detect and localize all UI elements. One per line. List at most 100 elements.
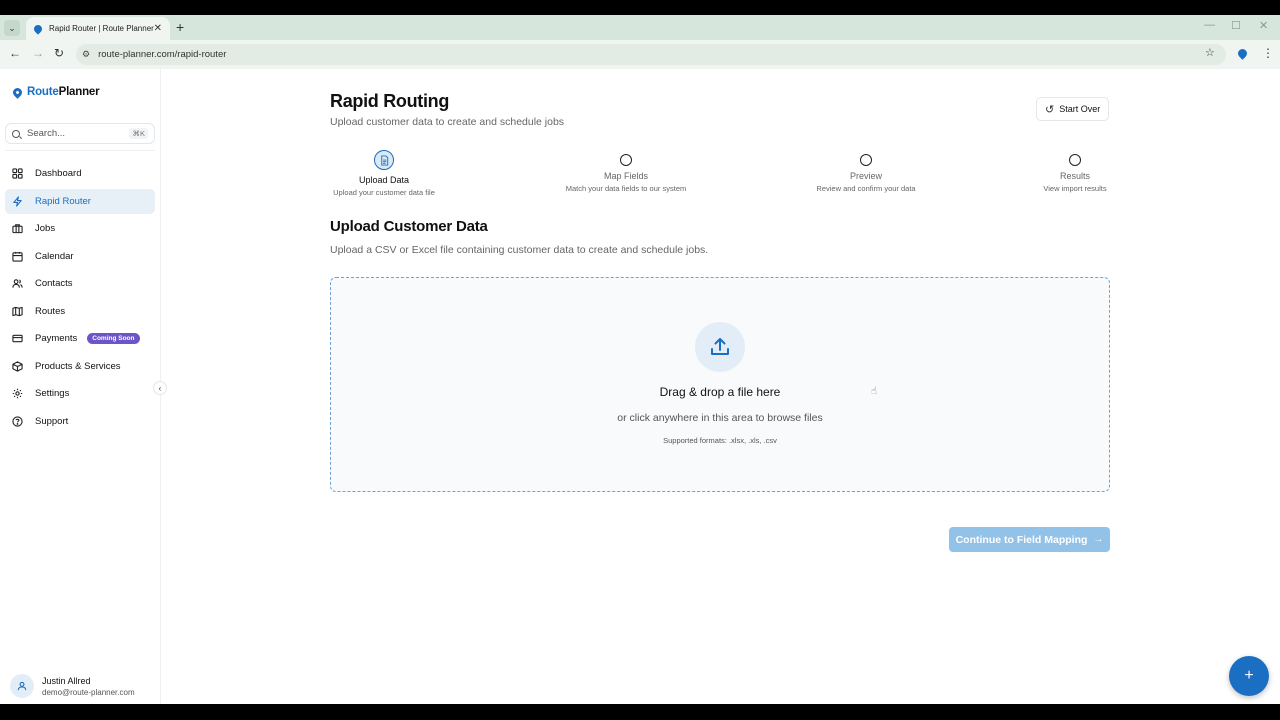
- coming-soon-badge: Coming Soon: [87, 333, 140, 344]
- dropzone-title: Drag & drop a file here: [659, 385, 781, 399]
- step-indicator: [620, 154, 632, 166]
- fab-add-button[interactable]: +: [1229, 656, 1269, 696]
- step-label: Preview: [849, 171, 882, 181]
- step-preview: Preview Review and confirm your data: [806, 150, 926, 193]
- browser-menu-icon[interactable]: ⋮: [1262, 46, 1274, 60]
- grid-icon: [12, 168, 23, 179]
- sidebar-item-label: Settings: [35, 388, 70, 399]
- extension-pin-icon[interactable]: [1236, 47, 1249, 60]
- calendar-icon: [12, 251, 23, 262]
- file-dropzone[interactable]: Drag & drop a file here or click anywher…: [330, 277, 1110, 492]
- tab-title: Rapid Router | Route Planner: [49, 24, 154, 33]
- sidebar: RoutePlanner ⌘K Dashboard Rapid Router J…: [0, 69, 161, 704]
- user-name: Justin Allred: [42, 675, 91, 686]
- dropzone-subtitle: or click anywhere in this area to browse…: [617, 412, 823, 424]
- section-title: Upload Customer Data: [330, 218, 488, 235]
- sidebar-item-settings[interactable]: Settings: [5, 381, 155, 406]
- browser-toolbar: ← → ↻ ⚙ route-planner.com/rapid-router ☆…: [0, 40, 1280, 69]
- upload-icon: [711, 338, 729, 355]
- gear-icon: [12, 388, 23, 399]
- sidebar-item-rapid-router[interactable]: Rapid Router: [5, 188, 155, 214]
- main-content: Rapid Routing Upload customer data to cr…: [162, 69, 1280, 704]
- site-info-icon[interactable]: ⚙: [82, 49, 90, 60]
- step-label: Map Fields: [603, 171, 648, 181]
- step-indicator: [1069, 154, 1081, 166]
- sidebar-item-calendar[interactable]: Calendar: [5, 244, 155, 269]
- search-input[interactable]: [27, 128, 130, 139]
- user-profile[interactable]: Justin Allred demo@route-planner.com: [10, 674, 135, 698]
- sidebar-item-label: Dashboard: [35, 168, 82, 179]
- sidebar-item-routes[interactable]: Routes: [5, 299, 155, 324]
- lightning-icon: [12, 195, 23, 207]
- minimize-icon[interactable]: —: [1204, 19, 1215, 31]
- briefcase-icon: [12, 223, 23, 234]
- tab-search-dropdown[interactable]: ⌄: [4, 20, 20, 36]
- file-text-icon: [380, 154, 388, 166]
- supported-formats: Supported formats: .xlsx, .xls, .csv: [663, 436, 777, 445]
- step-indicator: [860, 154, 872, 166]
- forward-icon[interactable]: →: [32, 46, 44, 60]
- tab-strip: ⌄ Rapid Router | Route Planner ✕ + — ☐ ✕: [0, 15, 1280, 40]
- sidebar-item-label: Rapid Router: [35, 195, 91, 207]
- sidebar-item-label: Routes: [35, 305, 66, 317]
- sidebar-item-label: Jobs: [35, 223, 56, 234]
- arrow-right-icon: →: [1093, 534, 1104, 545]
- chevron-left-icon: ‹: [158, 383, 162, 393]
- start-over-label: Start Over: [1059, 104, 1101, 114]
- user-icon: [17, 681, 27, 691]
- help-circle-icon: [12, 415, 23, 427]
- sidebar-item-dashboard[interactable]: Dashboard: [5, 161, 155, 186]
- users-icon: [12, 278, 23, 289]
- credit-card-icon: [12, 333, 23, 344]
- address-bar[interactable]: ⚙ route-planner.com/rapid-router: [76, 44, 1226, 65]
- sidebar-item-label: Products & Services: [35, 360, 121, 372]
- reload-icon[interactable]: ↻: [54, 46, 64, 60]
- tab-close-icon[interactable]: ✕: [154, 23, 162, 34]
- step-results: Results View import results: [1035, 150, 1115, 193]
- app-viewport: RoutePlanner ⌘K Dashboard Rapid Router J…: [0, 69, 1280, 704]
- search-icon: [12, 129, 20, 138]
- step-indicator-active: [374, 150, 394, 170]
- app-logo[interactable]: Route Planner: [11, 85, 100, 99]
- sidebar-item-support[interactable]: Support: [5, 409, 155, 434]
- hand-cursor-icon: ☝: [871, 386, 878, 397]
- package-icon: [12, 360, 23, 372]
- user-email: demo@route-planner.com: [42, 687, 135, 697]
- step-description: Match your data fields to our system: [565, 184, 687, 193]
- logo-text-planner: Planner: [58, 86, 100, 98]
- logo-text-route: Route: [27, 86, 59, 98]
- sidebar-item-payments[interactable]: Payments Coming Soon: [5, 326, 155, 351]
- screen-top-bar: [0, 0, 1280, 15]
- window-close-icon[interactable]: ✕: [1259, 19, 1268, 32]
- sidebar-divider: [5, 150, 155, 151]
- sidebar-item-label: Payments: [35, 333, 78, 344]
- step-upload-data: Upload Data Upload your customer data fi…: [329, 150, 439, 197]
- step-label: Upload Data: [358, 175, 410, 185]
- section-subtitle: Upload a CSV or Excel file containing cu…: [330, 244, 709, 256]
- map-icon: [12, 306, 23, 317]
- browser-tab-active[interactable]: Rapid Router | Route Planner ✕: [26, 17, 170, 40]
- start-over-button[interactable]: ↺ Start Over: [1036, 97, 1110, 121]
- sidebar-item-products-services[interactable]: Products & Services: [5, 354, 155, 379]
- new-tab-button[interactable]: +: [176, 19, 184, 35]
- step-map-fields: Map Fields Match your data fields to our…: [556, 150, 696, 193]
- step-description: Upload your customer data file: [333, 188, 435, 197]
- favicon-pin-icon: [32, 22, 44, 35]
- step-description: View import results: [1043, 184, 1107, 193]
- maximize-icon[interactable]: ☐: [1231, 19, 1241, 32]
- sidebar-item-label: Calendar: [35, 250, 74, 262]
- screen-bottom-bar: [0, 704, 1280, 720]
- step-label: Results: [1059, 171, 1090, 181]
- continue-to-field-mapping-button[interactable]: Continue to Field Mapping →: [949, 527, 1110, 552]
- page-title: Rapid Routing: [330, 91, 450, 111]
- logo-pin-icon: [11, 85, 24, 99]
- browser-chrome: ⌄ Rapid Router | Route Planner ✕ + — ☐ ✕…: [0, 15, 1280, 69]
- sidebar-search[interactable]: ⌘K: [5, 123, 155, 144]
- bookmark-star-icon[interactable]: ☆: [1205, 46, 1215, 59]
- step-description: Review and confirm your data: [816, 184, 916, 193]
- sidebar-item-jobs[interactable]: Jobs: [5, 216, 155, 241]
- upload-icon-badge: [695, 322, 745, 372]
- sidebar-item-contacts[interactable]: Contacts: [5, 271, 155, 296]
- continue-label: Continue to Field Mapping: [955, 533, 1088, 546]
- back-icon[interactable]: ←: [9, 46, 21, 60]
